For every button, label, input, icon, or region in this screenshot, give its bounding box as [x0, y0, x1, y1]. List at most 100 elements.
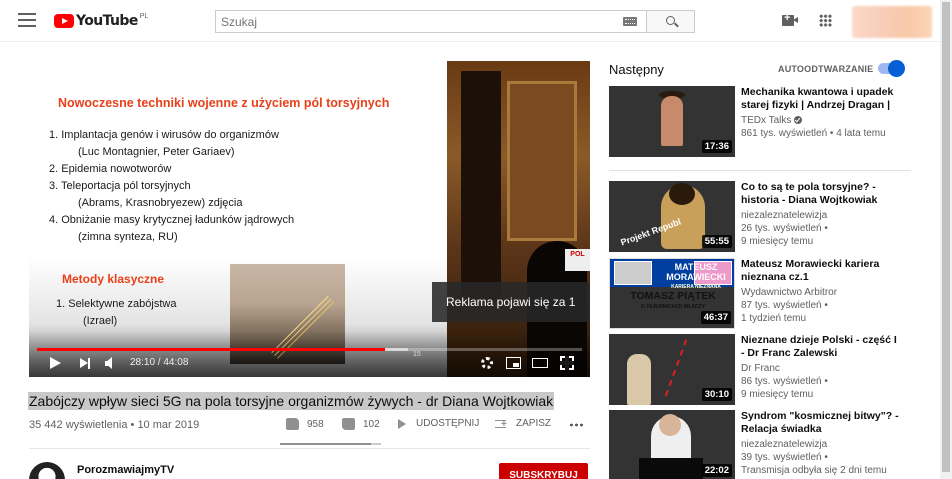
- channel-name: Dr Franc: [741, 363, 780, 374]
- channel-name: niezaleznatelewizja: [741, 439, 828, 450]
- share-label: UDOSTĘPNIJ: [416, 418, 480, 429]
- video-meta: 861 tys. wyświetleń • 4 lata temu: [741, 128, 886, 139]
- recommended-video[interactable]: 22:02 Syndrom "kosmicznej bitwy"? - Rela…: [609, 410, 909, 479]
- speaker-stage: POL: [447, 61, 590, 377]
- slide-list: 1. Implantacja genów i wirusów do organi…: [49, 127, 294, 246]
- video-thumbnail[interactable]: 17:36: [609, 86, 735, 157]
- upload-age: 1 tydzień temu: [741, 313, 807, 324]
- dislike-button[interactable]: 102: [342, 418, 380, 430]
- thumbnail-text: TOMASZ PIĄTEK O TAJEMNICACH WŁADZY: [630, 290, 716, 311]
- presentation-slide: Nowoczesne techniki wojenne z użyciem pó…: [29, 61, 447, 377]
- video-stats: 35 442 wyświetlenia • 10 mar 2019: [29, 419, 200, 431]
- menu-icon[interactable]: [18, 13, 36, 27]
- video-title[interactable]: Mechanika kwantowa i upadek starej fizyk…: [741, 86, 901, 112]
- view-count: 26 tys. wyświetleń •: [741, 223, 828, 234]
- slide-list-item: (Izrael): [83, 315, 118, 327]
- apps-grid-icon[interactable]: [819, 14, 832, 27]
- up-next-divider: [609, 170, 911, 171]
- theater-mode-icon[interactable]: [532, 358, 548, 368]
- slide-list-item: 1. Implantacja genów i wirusów do organi…: [49, 129, 279, 141]
- thumbnail-text: MATEUSZ MORAWIECKI KARIERA NIEZNANA: [666, 262, 726, 290]
- channel-name: TEDx Talks: [741, 115, 803, 126]
- slide-list-item: 3. Teleportacja pól torsyjnych: [49, 180, 191, 192]
- settings-gear-icon[interactable]: [481, 357, 493, 369]
- slide-list-item: (Luc Montagnier, Peter Gariaev): [78, 146, 235, 158]
- more-actions-icon[interactable]: [569, 423, 583, 427]
- view-count: 86 tys. wyświetleń •: [741, 376, 828, 387]
- autoplay-toggle[interactable]: [878, 60, 905, 77]
- create-video-icon[interactable]: [782, 12, 798, 26]
- slide-title: Nowoczesne techniki wojenne z użyciem pó…: [58, 96, 390, 110]
- video-title[interactable]: Mateusz Morawiecki kariera nieznana cz.1: [741, 258, 901, 284]
- video-title[interactable]: Co to są te pola torsyjne? - historia - …: [741, 181, 901, 207]
- video-thumbnail[interactable]: Projekt Republ 55:55: [609, 181, 735, 252]
- search-button[interactable]: [646, 10, 695, 33]
- video-thumbnail[interactable]: 30:10: [609, 334, 735, 405]
- like-count: 958: [307, 418, 324, 430]
- video-title[interactable]: Syndrom "kosmicznej bitwy"? - Relacja św…: [741, 410, 901, 436]
- video-title[interactable]: Nieznane dzieje Polski - część I - Dr Fr…: [741, 334, 901, 360]
- thumbs-down-icon: [342, 418, 355, 430]
- recommended-video[interactable]: MATEUSZ MORAWIECKI KARIERA NIEZNANA TOMAS…: [609, 258, 909, 329]
- share-button[interactable]: UDOSTĘPNIJ: [398, 418, 479, 429]
- duration-badge: 46:37: [700, 311, 731, 324]
- up-next-heading: Następny: [609, 62, 664, 77]
- save-button[interactable]: ZAPISZ: [495, 418, 552, 430]
- video-thumbnail[interactable]: 22:02: [609, 410, 735, 479]
- upload-age: 9 miesięcy temu: [741, 389, 814, 400]
- share-icon: [398, 418, 406, 429]
- sentiment-bar-likes: [280, 443, 372, 445]
- time-display: 28:10 / 44:08: [130, 357, 189, 368]
- save-label: ZAPISZ: [516, 418, 552, 429]
- scrollbar-thumb[interactable]: [942, 2, 950, 472]
- autoplay-label: AUTOODTWARZANIE: [778, 64, 874, 74]
- divider: [29, 448, 590, 449]
- subscribe-button[interactable]: SUBSKRYBUJ: [499, 463, 588, 479]
- fullscreen-icon[interactable]: [560, 356, 574, 370]
- dislike-count: 102: [363, 418, 380, 430]
- slide-list-item: 2. Epidemia nowotworów: [49, 163, 172, 175]
- verified-icon: [794, 116, 803, 124]
- masthead: YouTube PL: [0, 0, 940, 42]
- recommended-video[interactable]: 30:10 Nieznane dzieje Polski - część I -…: [609, 334, 909, 405]
- channel-name: niezaleznatelewizja: [741, 210, 828, 221]
- upload-age: Transmisja odbyła się 2 dni temu: [741, 465, 887, 476]
- progress-played[interactable]: [37, 348, 385, 351]
- channel-name: Wydawnictwo Arbitror: [741, 287, 838, 298]
- next-icon[interactable]: [80, 358, 91, 369]
- miniplayer-icon[interactable]: [506, 357, 521, 369]
- view-count: 35 442 wyświetlenia: [29, 419, 128, 431]
- logo-country-code: PL: [139, 12, 149, 20]
- slide-list-item: (Abrams, Krasnobryezew) zdjęcia: [78, 197, 243, 209]
- duration-badge: 22:02: [701, 464, 732, 477]
- chapter-marker: 15: [413, 351, 421, 358]
- video-player[interactable]: Nowoczesne techniki wojenne z użyciem pó…: [29, 61, 590, 377]
- search-input[interactable]: [215, 10, 647, 33]
- channel-avatar[interactable]: [29, 462, 65, 479]
- ad-notice[interactable]: Reklama pojawi się za 1: [432, 282, 590, 322]
- slide-subtitle: Metody klasyczne: [62, 272, 165, 286]
- stage-sign: POL: [565, 249, 590, 271]
- slide-list-item: 1. Selektywne zabójstwa: [56, 298, 177, 310]
- logo-text: YouTube: [76, 13, 138, 29]
- upload-age: 9 miesięcy temu: [741, 236, 814, 247]
- play-icon[interactable]: [50, 357, 61, 369]
- channel-name[interactable]: PorozmawiajmyTV: [77, 464, 174, 476]
- youtube-logo[interactable]: YouTube PL: [54, 12, 148, 30]
- slide-list-item: (zimna synteza, RU): [78, 231, 178, 243]
- keyboard-icon[interactable]: [623, 17, 637, 26]
- thumbs-up-icon: [286, 418, 299, 430]
- view-count: 87 tys. wyświetleń •: [741, 300, 828, 311]
- video-thumbnail[interactable]: MATEUSZ MORAWIECKI KARIERA NIEZNANA TOMAS…: [609, 258, 735, 329]
- account-avatar[interactable]: [852, 6, 932, 38]
- like-button[interactable]: 958: [286, 418, 324, 430]
- upload-date: 10 mar 2019: [137, 419, 200, 431]
- volume-icon[interactable]: [105, 357, 121, 370]
- duration-badge: 30:10: [701, 388, 732, 401]
- recommended-video[interactable]: 17:36 Mechanika kwantowa i upadek starej…: [609, 86, 909, 157]
- slide-list-2: 1. Selektywne zabójstwa (Izrael): [56, 296, 176, 330]
- duration-badge: 17:36: [701, 140, 732, 153]
- view-count: 39 tys. wyświetleń •: [741, 452, 828, 463]
- youtube-play-icon: [54, 14, 74, 28]
- recommended-video[interactable]: Projekt Republ 55:55 Co to są te pola to…: [609, 181, 909, 252]
